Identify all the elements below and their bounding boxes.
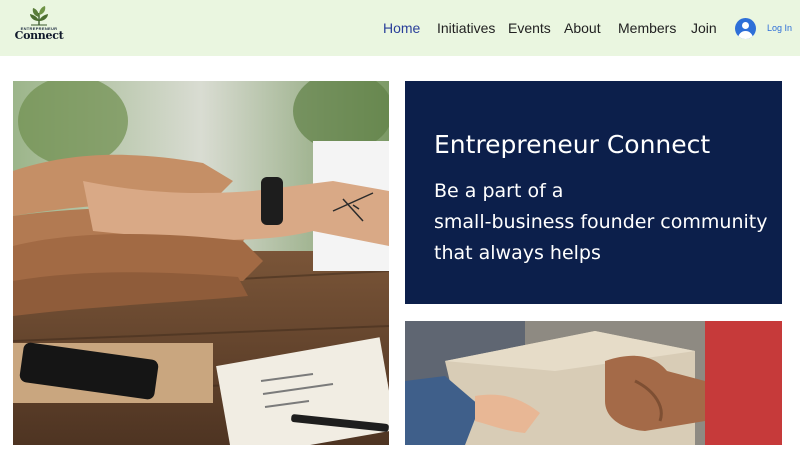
hero-panel: Entrepreneur Connect Be a part of a smal… [405,81,782,304]
avatar-head [742,22,749,29]
sprout-icon [30,6,48,26]
site-logo[interactable]: ENTREPRENEUR Connect [14,3,64,43]
team-hands-illustration [13,81,389,445]
nav-join[interactable]: Join [691,20,717,36]
hero-title: Entrepreneur Connect [434,130,711,159]
parcel-handoff-illustration [405,321,782,445]
hero-tagline-line-2: small-business founder community [434,211,768,233]
nav-initiatives[interactable]: Initiatives [437,20,495,36]
hero-tagline: Be a part of a small-business founder co… [434,176,767,269]
nav-events[interactable]: Events [508,20,551,36]
login-link[interactable]: Log In [767,23,792,33]
hero-tagline-line-1: Be a part of a [434,180,564,202]
nav-members[interactable]: Members [618,20,676,36]
hero-tagline-line-3: that always helps [434,242,601,264]
team-hands-image [13,81,389,445]
site-header: ENTREPRENEUR Connect Home Initiatives Ev… [0,0,800,56]
logo-wordmark: Connect [14,29,64,42]
nav-home[interactable]: Home [383,20,420,36]
avatar-body [738,31,753,39]
nav-about[interactable]: About [564,20,601,36]
parcel-handoff-image [405,321,782,445]
user-avatar-icon[interactable] [735,18,756,39]
